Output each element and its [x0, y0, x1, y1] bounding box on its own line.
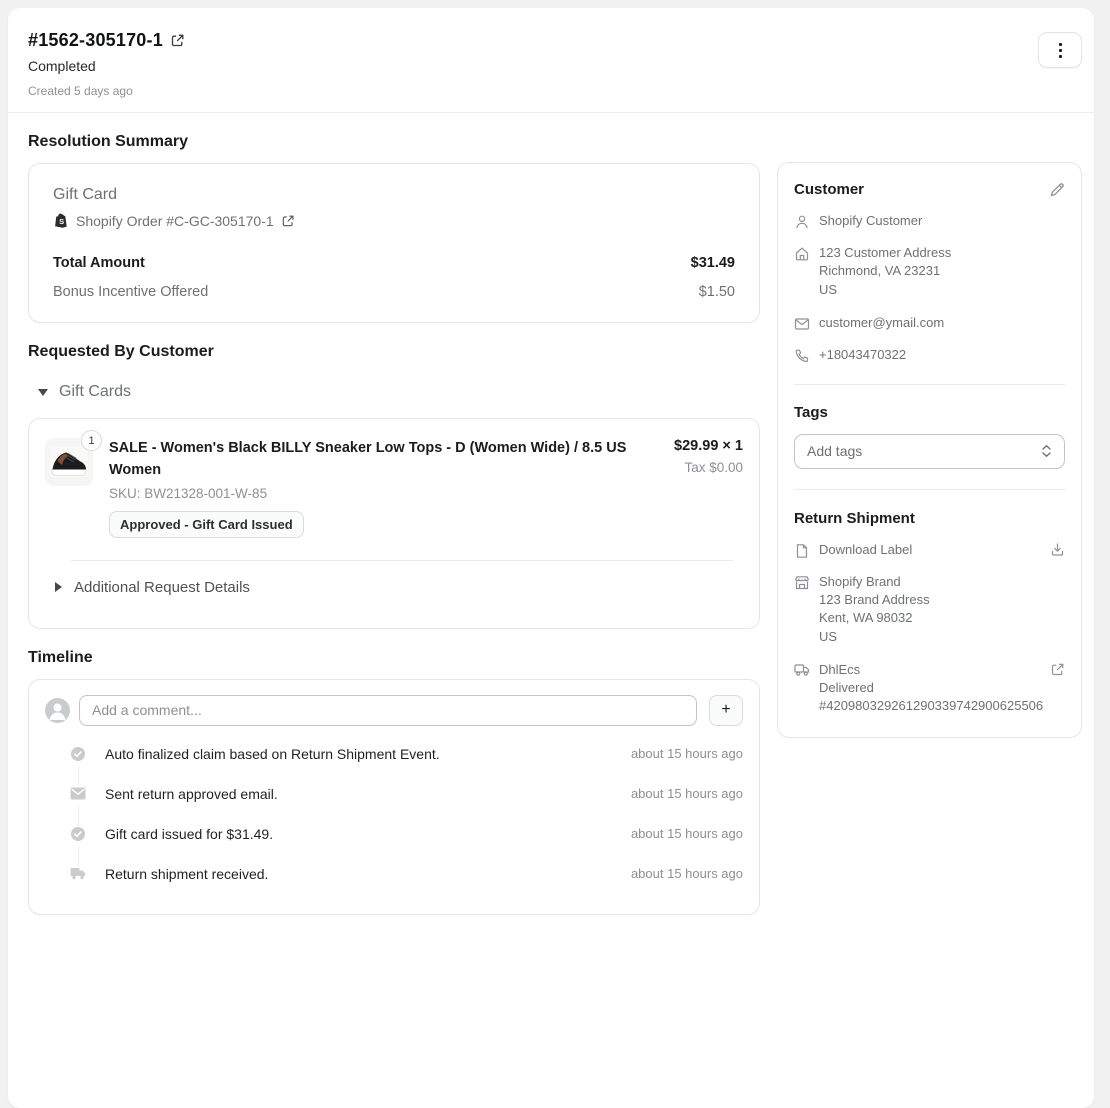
user-avatar: [45, 698, 70, 723]
phone-icon: [794, 348, 810, 364]
claim-detail-panel: #1562-305170-1 Completed Created 5 days …: [8, 8, 1094, 1108]
shopify-order-link-label: Shopify Order #C-GC-305170-1: [76, 213, 274, 229]
mail-icon: [70, 786, 86, 802]
additional-request-details-toggle[interactable]: Additional Request Details: [45, 561, 743, 614]
event-timestamp: about 15 hours ago: [631, 746, 743, 761]
timeline-event: Return shipment received. about 15 hours…: [45, 854, 743, 894]
gift-cards-label: Gift Cards: [59, 383, 131, 401]
customer-email: customer@ymail.com: [819, 315, 944, 332]
customer-address-line: US: [819, 282, 951, 298]
status-text: Completed: [28, 58, 185, 74]
total-amount-label: Total Amount: [53, 255, 145, 271]
tracking-number: #420980329261290339742900625506: [819, 698, 1043, 714]
customer-phone: +18043470322: [819, 347, 906, 364]
timeline-event: Auto finalized claim based on Return Shi…: [45, 734, 743, 774]
envelope-icon: [794, 316, 810, 332]
customer-phone-row: +18043470322: [794, 347, 1065, 364]
chevron-down-icon: [38, 389, 48, 396]
kebab-icon: [1059, 43, 1062, 46]
tracking-row: DhlEcs Delivered #4209803292612903397429…: [794, 662, 1065, 717]
sidebar-divider: [794, 384, 1065, 385]
external-link-icon: [281, 214, 295, 228]
resolution-method: Gift Card: [53, 186, 735, 204]
check-circle-icon: [70, 826, 86, 842]
event-timestamp: about 15 hours ago: [631, 786, 743, 801]
svg-text:S: S: [59, 217, 64, 226]
brand-line: US: [819, 629, 930, 645]
home-icon: [794, 246, 810, 262]
timeline-title: Timeline: [28, 649, 760, 667]
timeline-event: Sent return approved email. about 15 hou…: [45, 774, 743, 814]
resolution-summary-card: Gift Card S Shopify Order #C-GC-305170-1: [28, 163, 760, 323]
total-amount-value: $31.49: [691, 255, 735, 271]
order-number: #1562-305170-1: [28, 30, 163, 51]
truck-icon: [794, 663, 810, 679]
person-icon: [794, 214, 810, 230]
shopify-bag-icon: S: [53, 212, 69, 229]
add-comment-button[interactable]: +: [709, 695, 743, 726]
more-actions-button[interactable]: [1038, 32, 1082, 68]
brand-line: Shopify Brand: [819, 574, 930, 590]
brand-address-row: Shopify Brand 123 Brand Address Kent, WA…: [794, 574, 1065, 647]
tags-section-title: Tags: [794, 404, 1065, 421]
tracking-external-link-icon[interactable]: [1050, 662, 1065, 717]
item-status-badge: Approved - Gift Card Issued: [109, 511, 304, 538]
chevron-updown-icon: [1041, 444, 1052, 458]
download-icon[interactable]: [1050, 542, 1065, 559]
customer-name: Shopify Customer: [819, 213, 922, 230]
customer-section-title: Customer: [794, 181, 864, 198]
quantity-badge: 1: [81, 430, 102, 451]
pencil-icon: [1049, 182, 1065, 198]
delivery-status: Delivered: [819, 680, 1043, 696]
file-icon: [794, 543, 810, 559]
customer-email-row: customer@ymail.com: [794, 315, 1065, 332]
shopify-order-link[interactable]: S Shopify Order #C-GC-305170-1: [53, 212, 735, 229]
timeline-card: + Auto finalized claim based on Return S…: [28, 679, 760, 915]
add-tags-select[interactable]: Add tags: [794, 434, 1065, 469]
bonus-incentive-value: $1.50: [699, 284, 735, 300]
customer-name-row: Shopify Customer: [794, 213, 1065, 230]
add-tags-placeholder: Add tags: [807, 443, 862, 459]
line-item-card: 1 SALE - Women's Black BILLY Sneaker Low…: [28, 418, 760, 629]
comment-input[interactable]: [79, 695, 697, 726]
gift-cards-toggle[interactable]: Gift Cards: [38, 383, 760, 401]
external-link-icon[interactable]: [170, 33, 185, 48]
item-price: $29.99 × 1: [674, 438, 743, 454]
return-shipment-section-title: Return Shipment: [794, 510, 1065, 527]
event-timestamp: about 15 hours ago: [631, 866, 743, 881]
customer-address-row: 123 Customer Address Richmond, VA 23231 …: [794, 245, 1065, 300]
store-icon: [794, 575, 810, 591]
brand-line: 123 Brand Address: [819, 592, 930, 608]
download-label-row[interactable]: Download Label: [794, 542, 1065, 559]
brand-line: Kent, WA 98032: [819, 610, 930, 626]
edit-customer-button[interactable]: [1049, 182, 1065, 198]
customer-address-line: 123 Customer Address: [819, 245, 951, 261]
download-label-text: Download Label: [819, 542, 912, 559]
sidebar-card: Customer Shopify Customer: [777, 162, 1082, 738]
created-text: Created 5 days ago: [28, 84, 185, 98]
product-sku: SKU: BW21328-001-W-85: [109, 486, 674, 501]
carrier-name: DhlEcs: [819, 662, 1043, 678]
chevron-right-icon: [55, 582, 62, 592]
bonus-incentive-label: Bonus Incentive Offered: [53, 284, 208, 300]
claim-header: #1562-305170-1 Completed Created 5 days …: [8, 8, 1094, 112]
product-title: SALE - Women's Black BILLY Sneaker Low T…: [109, 438, 639, 482]
resolution-summary-title: Resolution Summary: [28, 133, 760, 151]
customer-address-line: Richmond, VA 23231: [819, 263, 951, 279]
timeline-event: Gift card issued for $31.49. about 15 ho…: [45, 814, 743, 854]
item-tax: Tax $0.00: [674, 460, 743, 475]
sidebar-divider: [794, 489, 1065, 490]
requested-by-customer-title: Requested By Customer: [28, 343, 760, 361]
additional-request-details-label: Additional Request Details: [74, 579, 250, 596]
check-circle-icon: [70, 746, 86, 762]
event-timestamp: about 15 hours ago: [631, 826, 743, 841]
timeline-events: Auto finalized claim based on Return Shi…: [45, 734, 743, 894]
